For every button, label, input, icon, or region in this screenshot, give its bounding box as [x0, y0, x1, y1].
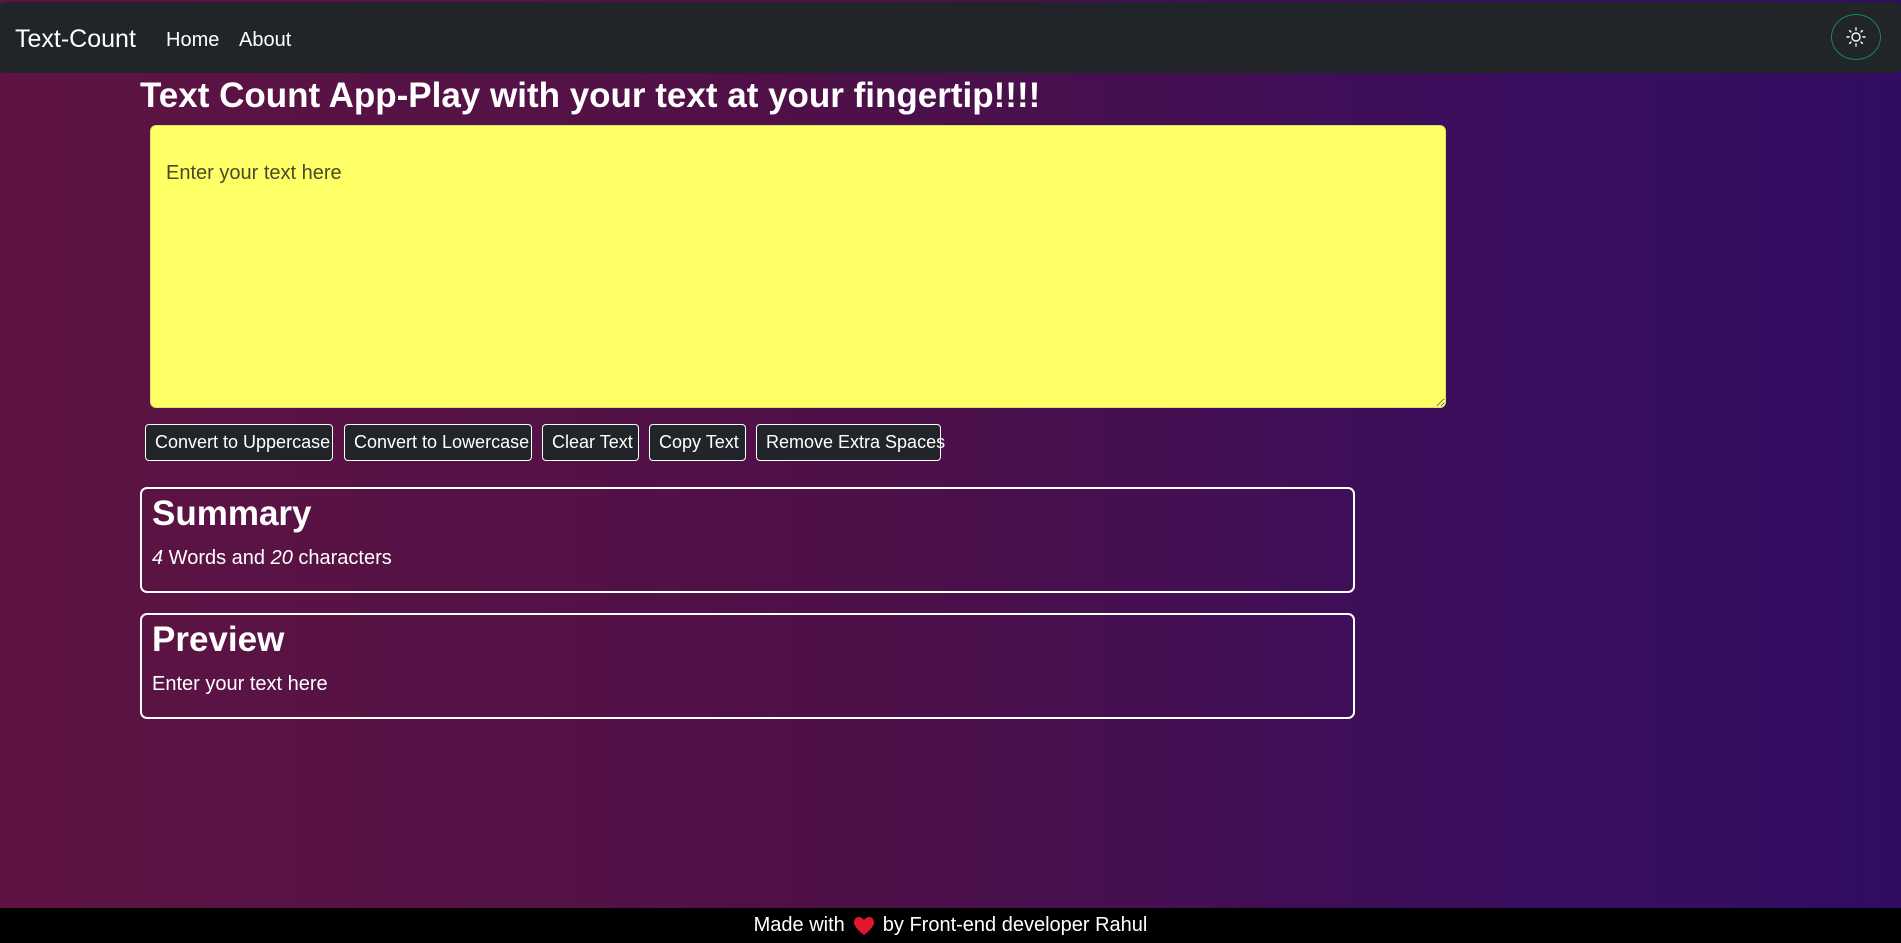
- convert-uppercase-button[interactable]: Convert to Uppercase: [145, 424, 333, 461]
- nav-link-home[interactable]: Home: [166, 28, 219, 52]
- sun-icon: [1846, 27, 1866, 47]
- preview-title: Preview: [152, 620, 285, 659]
- heart-icon: [853, 916, 875, 936]
- theme-toggle-button[interactable]: [1831, 14, 1881, 60]
- preview-card: Preview Enter your text here: [140, 613, 1355, 719]
- navbar-brand[interactable]: Text-Count: [15, 24, 136, 54]
- summary-card: Summary 4 Words and 20 characters: [140, 487, 1355, 593]
- footer-suffix: by Front-end developer Rahul: [882, 914, 1148, 936]
- word-count: 4: [152, 547, 164, 569]
- summary-text: 4 Words and 20 characters: [152, 545, 392, 571]
- nav-link-about[interactable]: About: [239, 28, 291, 52]
- summary-title: Summary: [152, 494, 312, 533]
- char-count: 20: [270, 547, 293, 569]
- words-label: Words and: [163, 547, 271, 569]
- text-input[interactable]: [150, 125, 1446, 408]
- preview-text: Enter your text here: [152, 673, 328, 695]
- footer: Made with by Front-end developer Rahul: [0, 908, 1901, 943]
- footer-prefix: Made with: [753, 914, 845, 936]
- convert-lowercase-button[interactable]: Convert to Lowercase: [344, 424, 532, 461]
- chars-label: characters: [292, 547, 392, 569]
- copy-text-button[interactable]: Copy Text: [649, 424, 746, 461]
- remove-extra-spaces-button[interactable]: Remove Extra Spaces: [756, 424, 945, 461]
- navbar: Text-Count Home About: [0, 2, 1901, 73]
- clear-text-button[interactable]: Clear Text: [542, 424, 639, 461]
- page-title: Text Count App-Play with your text at yo…: [140, 76, 1041, 115]
